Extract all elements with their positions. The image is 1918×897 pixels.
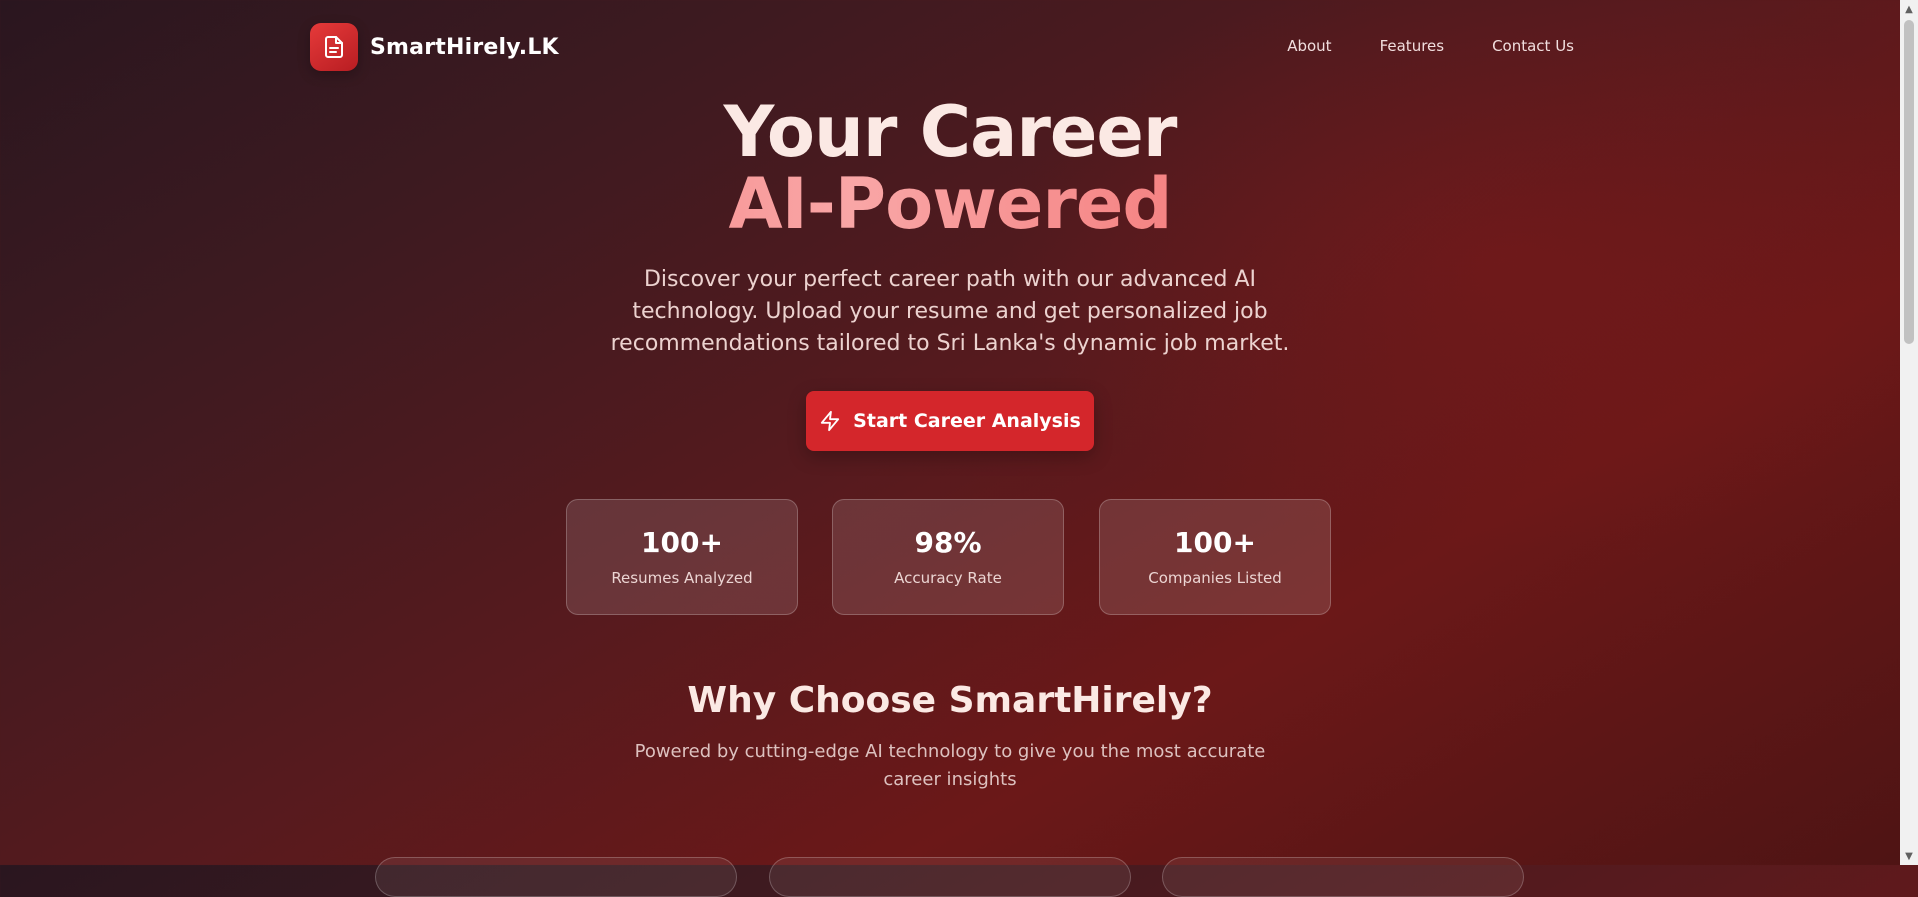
- feature-card: [375, 857, 737, 897]
- why-description: Powered by cutting-edge AI technology to…: [634, 741, 1266, 790]
- start-career-analysis-button[interactable]: Start Career Analysis: [806, 391, 1094, 451]
- feature-card: [1162, 857, 1524, 897]
- hero-title: Your Career AI-Powered: [0, 96, 1900, 240]
- stat-value: 100+: [641, 526, 723, 559]
- stat-value: 100+: [1174, 526, 1256, 559]
- scroll-up-arrow-icon[interactable]: ▲: [1900, 0, 1918, 18]
- nav-link-features[interactable]: Features: [1380, 37, 1445, 55]
- hero-title-line1: Your Career: [723, 91, 1178, 173]
- document-icon: [310, 23, 358, 71]
- nav-link-contact[interactable]: Contact Us: [1492, 37, 1574, 55]
- stat-label: Companies Listed: [1148, 569, 1282, 587]
- cta-label: Start Career Analysis: [853, 410, 1081, 432]
- main-nav: About Features Contact Us: [1287, 37, 1574, 55]
- stat-card-companies: 100+ Companies Listed: [1099, 499, 1331, 615]
- lightning-icon: [819, 410, 841, 432]
- vertical-scrollbar[interactable]: ▲ ▼: [1900, 0, 1918, 865]
- why-title: Why Choose SmartHirely?: [687, 680, 1213, 721]
- landing-page: SmartHirely.LK About Features Contact Us…: [0, 0, 1900, 897]
- stat-card-accuracy: 98% Accuracy Rate: [832, 499, 1064, 615]
- feature-card: [769, 857, 1131, 897]
- stat-value: 98%: [914, 526, 982, 559]
- stat-label: Accuracy Rate: [894, 569, 1002, 587]
- scroll-down-arrow-icon[interactable]: ▼: [1900, 847, 1918, 865]
- nav-link-about[interactable]: About: [1287, 37, 1331, 55]
- stat-label: Resumes Analyzed: [611, 569, 753, 587]
- hero-title-line2: AI-Powered: [0, 168, 1900, 240]
- stat-card-resumes: 100+ Resumes Analyzed: [566, 499, 798, 615]
- brand-logo[interactable]: SmartHirely.LK: [310, 23, 559, 71]
- scrollbar-thumb[interactable]: [1904, 20, 1914, 344]
- hero-description: Discover your perfect career path with o…: [610, 267, 1290, 356]
- brand-name: SmartHirely.LK: [370, 34, 559, 60]
